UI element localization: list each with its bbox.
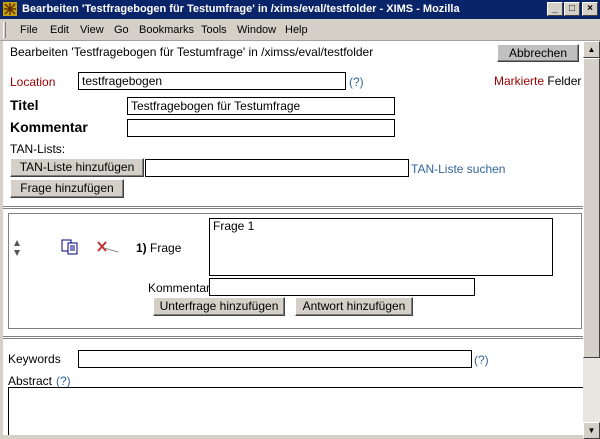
marked-fields-note: Markierte Felder [494, 74, 581, 88]
marked-fields-label: Markierte [494, 74, 545, 88]
location-input[interactable]: testfragebogen [78, 72, 346, 90]
title-input[interactable]: Testfragebogen für Testumfrage [127, 97, 395, 115]
window-title: Bearbeiten 'Testfragebogen für Testumfra… [22, 3, 460, 15]
add-answer-button[interactable]: Antwort hinzufügen [295, 297, 413, 316]
minimize-button[interactable]: _ [547, 2, 563, 16]
cancel-button[interactable]: Abbrechen [497, 44, 579, 62]
add-tan-list-button[interactable]: TAN-Liste hinzufügen [10, 158, 144, 177]
page-content: Bearbeiten 'Testfragebogen für Testumfra… [3, 41, 583, 435]
question-number-label: 1) Frage [136, 241, 181, 255]
maximize-button[interactable]: □ [564, 2, 580, 16]
vertical-scrollbar[interactable]: ▲ ▼ [583, 41, 600, 439]
scroll-thumb[interactable] [583, 58, 600, 358]
title-label: Titel [10, 97, 39, 113]
keywords-help-link[interactable]: (?) [474, 353, 489, 367]
menu-file[interactable]: File [20, 24, 38, 36]
mozilla-app-icon [3, 2, 17, 16]
question-comment-label: Kommentar [148, 281, 211, 295]
keywords-label: Keywords [8, 352, 61, 366]
divider [3, 206, 583, 209]
tan-list-input[interactable] [145, 159, 409, 177]
menu-bookmarks[interactable]: Bookmarks [139, 24, 194, 36]
window-titlebar: Bearbeiten 'Testfragebogen für Testumfra… [0, 0, 600, 19]
breadcrumb: Bearbeiten 'Testfragebogen für Testumfra… [10, 45, 374, 59]
location-label: Location [10, 75, 56, 89]
menubar-grip [3, 22, 6, 38]
menu-view[interactable]: View [80, 24, 104, 36]
scroll-down-button[interactable]: ▼ [583, 422, 600, 439]
scroll-up-button[interactable]: ▲ [583, 41, 600, 58]
divider [3, 336, 583, 339]
question-label: Frage [150, 241, 182, 255]
marked-fields-suffix: Felder [547, 74, 582, 88]
search-tan-list-link[interactable]: TAN-Liste suchen [411, 162, 505, 176]
abstract-label: Abstract [8, 374, 53, 388]
comment-input[interactable] [127, 119, 395, 137]
question-textarea[interactable]: Frage 1 [209, 218, 553, 276]
add-subquestion-button[interactable]: Unterfrage hinzufügen [153, 297, 285, 316]
copy-icon[interactable] [61, 239, 79, 255]
move-arrows-icon[interactable] [13, 239, 21, 257]
menu-edit[interactable]: Edit [50, 24, 69, 36]
abstract-help-link[interactable]: (?) [56, 374, 71, 388]
tan-lists-label: TAN-Lists: [10, 142, 66, 156]
location-help-link[interactable]: (?) [349, 75, 364, 89]
menu-bar: File Edit View Go Bookmarks Tools Window… [0, 19, 600, 41]
question-number: 1) [136, 241, 147, 255]
abstract-textarea[interactable] [8, 387, 583, 435]
delete-icon[interactable] [96, 240, 120, 254]
menu-help[interactable]: Help [285, 24, 308, 36]
question-comment-input[interactable] [209, 278, 475, 296]
menu-tools[interactable]: Tools [201, 24, 227, 36]
add-question-button[interactable]: Frage hinzufügen [10, 179, 124, 198]
keywords-input[interactable] [78, 350, 472, 368]
close-button[interactable]: × [582, 2, 598, 16]
menu-go[interactable]: Go [114, 24, 129, 36]
comment-label: Kommentar [10, 119, 88, 135]
menu-window[interactable]: Window [237, 24, 276, 36]
